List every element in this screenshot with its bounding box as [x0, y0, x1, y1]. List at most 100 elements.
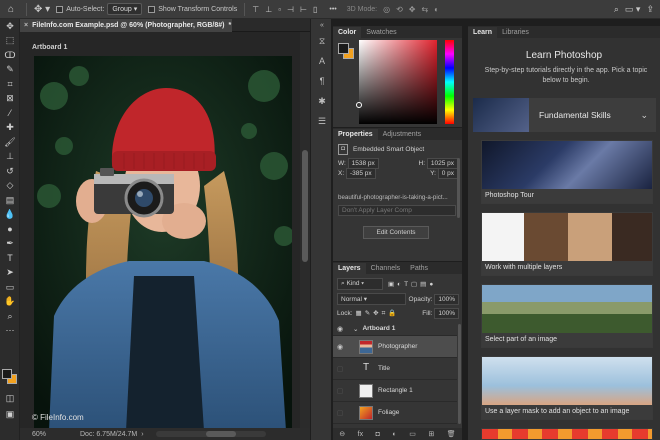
kind-filter[interactable]: ⌕ Kind ▾: [337, 278, 383, 290]
link-icon[interactable]: ⊖: [339, 430, 345, 438]
tab-properties[interactable]: Properties: [333, 129, 378, 140]
eraser-icon[interactable]: ◇: [0, 179, 20, 194]
tab-paths[interactable]: Paths: [405, 263, 433, 274]
fg-color-chip[interactable]: [338, 43, 349, 54]
eyedropper-icon[interactable]: ⁄: [0, 106, 20, 121]
more-options-icon[interactable]: •••: [326, 0, 339, 19]
scroll-thumb[interactable]: [302, 150, 308, 262]
eye-icon[interactable]: ▢: [333, 365, 347, 373]
document-tab[interactable]: × FileInfo.com Example.psd @ 60% (Photog…: [20, 19, 232, 32]
status-arrow-icon[interactable]: ›: [141, 431, 143, 438]
more-tools-icon[interactable]: ⋯: [0, 324, 20, 339]
trash-icon[interactable]: 🗑: [447, 430, 456, 438]
lock-icons[interactable]: ▦✎✥⌗🔒: [356, 309, 400, 318]
screen-mode-icon[interactable]: ▣: [0, 407, 20, 422]
x-field[interactable]: -385 px: [345, 168, 376, 179]
tutorial-card[interactable]: Select part of an image: [481, 284, 653, 348]
clone-stamp-icon[interactable]: ⊥: [0, 150, 20, 165]
layer-row-rectangle[interactable]: ▢ Rectangle 1: [333, 380, 457, 402]
gradient-tool-icon[interactable]: ▤: [0, 193, 20, 208]
color-picker-field[interactable]: [356, 40, 437, 124]
lasso-tool-icon[interactable]: ↀ: [0, 48, 20, 63]
linked-filename[interactable]: beautiful-photographer-is-taking-a-pict.…: [338, 194, 448, 201]
tab-channels[interactable]: Channels: [366, 263, 406, 274]
fundamental-skills-header[interactable]: Fundamental Skills ⌄: [473, 98, 656, 132]
transform-controls-checkbox[interactable]: [148, 5, 156, 13]
mask-icon[interactable]: ◘: [376, 431, 380, 438]
foreground-color-swatch[interactable]: [2, 369, 12, 379]
blend-mode-select[interactable]: Normal ▾: [337, 293, 406, 305]
layer-row-foliage[interactable]: ▢ Foliage: [333, 402, 457, 424]
artboard-image[interactable]: [34, 56, 292, 431]
adjustment-icon[interactable]: ◐: [392, 431, 396, 438]
auto-select-dropdown[interactable]: Group ▾: [107, 3, 143, 15]
tutorial-card[interactable]: [481, 428, 653, 440]
hand-tool-icon[interactable]: ✋: [0, 295, 20, 310]
quick-mask-icon[interactable]: ◫: [0, 391, 20, 406]
tab-swatches[interactable]: Swatches: [361, 27, 401, 38]
auto-select-checkbox[interactable]: [56, 5, 64, 13]
h-scroll-thumb[interactable]: [205, 431, 236, 437]
brushes-icon[interactable]: ✱: [311, 91, 333, 111]
workspace-icon[interactable]: ▭ ▾: [622, 0, 644, 19]
edit-contents-button[interactable]: Edit Contents: [363, 226, 429, 239]
history-brush-icon[interactable]: ↺: [0, 164, 20, 179]
type-tool-icon[interactable]: T: [0, 251, 20, 266]
move-tool-icon[interactable]: ✥: [0, 19, 20, 34]
canvas-area[interactable]: Artboard 1 © FileInfo.com: [20, 32, 300, 431]
auto-select-option[interactable]: Auto-Select: Group ▾: [53, 0, 145, 19]
horizontal-scrollbar[interactable]: [155, 431, 266, 437]
doc-size[interactable]: Doc: 6.75M/24.7M: [80, 431, 137, 438]
transform-controls-option[interactable]: Show Transform Controls: [145, 0, 240, 19]
filter-icons[interactable]: ▣◐T▢▤●: [388, 280, 436, 288]
align-icons[interactable]: ⊤⊥▫⊣⊢▯: [249, 0, 326, 19]
frame-tool-icon[interactable]: ⊠: [0, 92, 20, 107]
pen-tool-icon[interactable]: ✒: [0, 237, 20, 252]
glyphs-icon[interactable]: ☰: [311, 111, 333, 131]
y-field[interactable]: 0 px: [437, 168, 458, 179]
collapse-arrows-icon[interactable]: «: [311, 19, 333, 31]
hue-slider[interactable]: [445, 40, 454, 124]
new-layer-icon[interactable]: ⊞: [428, 430, 434, 438]
tab-close-icon[interactable]: ×: [24, 22, 28, 29]
properties-scrollbar[interactable]: [457, 158, 460, 218]
brush-tool-icon[interactable]: 🖌: [0, 135, 20, 150]
eye-icon[interactable]: ▢: [333, 387, 347, 395]
rectangle-tool-icon[interactable]: ▭: [0, 280, 20, 295]
crop-tool-icon[interactable]: ⌗: [0, 77, 20, 92]
tab-layers[interactable]: Layers: [333, 263, 366, 274]
character-icon[interactable]: A: [311, 51, 333, 71]
search-icon[interactable]: ⌕: [611, 0, 622, 19]
tab-adjustments[interactable]: Adjustments: [378, 129, 427, 140]
artboard-tool-icon[interactable]: ⬚: [0, 34, 20, 49]
zoom-level[interactable]: 60%: [20, 431, 70, 438]
eye-icon[interactable]: ▢: [333, 409, 347, 417]
eye-icon[interactable]: ◉: [333, 325, 347, 333]
tutorial-card[interactable]: Photoshop Tour: [481, 140, 653, 204]
share-icon[interactable]: ⇪: [643, 0, 660, 19]
3d-mode-icons[interactable]: ◎⟲✥⇆◐: [380, 0, 448, 19]
opacity-field[interactable]: 100%: [434, 293, 459, 305]
tab-color[interactable]: Color: [333, 27, 362, 38]
blur-tool-icon[interactable]: 💧: [0, 208, 20, 223]
fill-field[interactable]: 100%: [434, 308, 459, 319]
history-icon[interactable]: ⧖: [311, 31, 333, 51]
layer-row-photographer[interactable]: ◉ Photographer: [333, 336, 457, 358]
layer-comp-select[interactable]: Don't Apply Layer Comp: [338, 205, 456, 216]
healing-brush-icon[interactable]: ✚: [0, 121, 20, 136]
path-select-icon[interactable]: ➤: [0, 266, 20, 281]
color-picker-cursor[interactable]: [356, 102, 362, 108]
folder-icon[interactable]: ▭: [409, 430, 416, 438]
fx-icon[interactable]: fx: [358, 431, 363, 438]
tab-libraries[interactable]: Libraries: [497, 27, 534, 38]
chevron-down-icon[interactable]: ⌄: [640, 110, 648, 121]
quick-select-icon[interactable]: ✎: [0, 63, 20, 78]
disclosure-icon[interactable]: ⌄: [353, 325, 358, 333]
tutorial-card[interactable]: Work with multiple layers: [481, 212, 653, 276]
tutorial-card[interactable]: Use a layer mask to add an object to an …: [481, 356, 653, 420]
dodge-tool-icon[interactable]: ●: [0, 222, 20, 237]
tab-learn[interactable]: Learn: [468, 27, 498, 38]
layer-row-artboard[interactable]: ◉ ⌄ Artboard 1: [333, 322, 457, 336]
artboard-label[interactable]: Artboard 1: [32, 44, 67, 51]
home-icon[interactable]: ⌂: [0, 0, 22, 19]
